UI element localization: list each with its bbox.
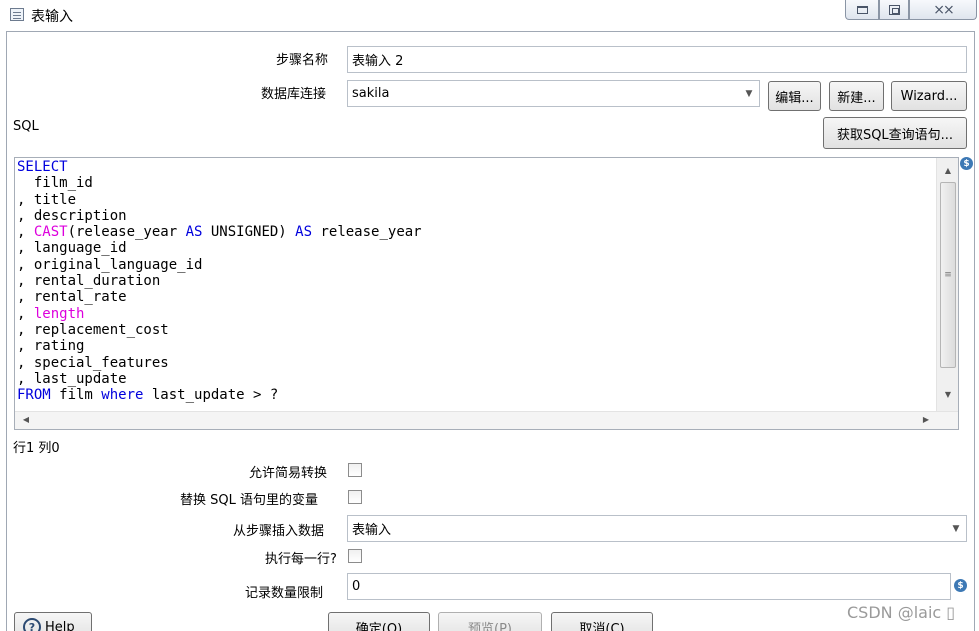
sql-line: , last_update <box>17 370 127 387</box>
scroll-down-icon[interactable]: ▼ <box>937 390 958 399</box>
sql-line: , original_language_id <box>17 256 203 273</box>
vertical-scrollbar[interactable]: ▲ ≡ ▼ <box>936 158 958 413</box>
sql-line: SELECT <box>17 159 68 175</box>
sql-line: , rental_rate <box>17 289 127 306</box>
sql-line: , language_id <box>17 240 127 257</box>
help-icon: ? <box>23 618 41 631</box>
lazy-conversion-checkbox[interactable] <box>348 463 362 477</box>
sql-line: , CAST(release_year AS UNSIGNED) AS rele… <box>17 224 422 241</box>
replace-vars-label: 替换 SQL 语句里的变量 <box>180 493 318 508</box>
connection-value: sakila <box>352 86 390 101</box>
horizontal-scrollbar[interactable]: ◀ ▶ <box>15 411 958 429</box>
variable-icon: $ <box>954 579 967 592</box>
help-button-label: Help <box>45 619 75 631</box>
scroll-right-icon[interactable]: ▶ <box>915 415 937 424</box>
execute-each-row-checkbox[interactable] <box>348 549 362 563</box>
step-name-label: 步骤名称 <box>276 53 329 68</box>
close-button[interactable]: ⨯⨯ <box>909 0 977 20</box>
sql-line: , length <box>17 305 85 322</box>
step-name-input[interactable]: 表输入 2 <box>347 46 967 73</box>
cursor-position: 行1 列0 <box>13 441 60 456</box>
insert-from-step-value: 表输入 <box>352 523 392 538</box>
sql-line: , description <box>17 207 127 224</box>
sql-code[interactable]: SELECT film_id, title, description, CAST… <box>17 159 422 403</box>
cancel-button[interactable]: 取消(C) <box>551 612 653 631</box>
sql-editor[interactable]: SELECT film_id, title, description, CAST… <box>14 157 959 430</box>
sql-line: FROM film where last_update > ? <box>17 387 279 404</box>
preview-button[interactable]: 预览(P) <box>438 612 542 631</box>
minimize-button[interactable] <box>845 0 879 20</box>
title-bar: 表输入 ⨯⨯ <box>0 0 979 30</box>
replace-vars-checkbox[interactable] <box>348 490 362 504</box>
table-input-icon <box>10 8 24 21</box>
insert-from-step-label: 从步骤插入数据 <box>233 524 325 539</box>
sql-line: , title <box>17 191 77 208</box>
new-connection-button[interactable]: 新建... <box>829 81 884 111</box>
get-sql-button[interactable]: 获取SQL查询语句... <box>823 117 967 149</box>
sql-label: SQL <box>13 119 39 134</box>
sql-line: , rental_duration <box>17 273 161 290</box>
limit-label: 记录数量限制 <box>245 586 324 601</box>
lazy-conversion-label: 允许简易转换 <box>249 466 328 481</box>
chevron-down-icon: ▼ <box>952 523 960 534</box>
sql-line: , special_features <box>17 354 169 371</box>
minimize-icon <box>856 5 868 14</box>
connection-select[interactable]: sakila ▼ <box>347 80 760 107</box>
limit-input[interactable]: 0 <box>347 573 951 600</box>
watermark: CSDN @laic ▯ <box>847 603 956 622</box>
variable-icon: $ <box>960 157 973 170</box>
chevron-down-icon: ▼ <box>745 88 753 99</box>
ok-button[interactable]: 确定(O) <box>328 612 430 631</box>
wizard-button[interactable]: Wizard... <box>891 81 967 111</box>
scroll-up-icon[interactable]: ▲ <box>937 166 958 175</box>
scroll-left-icon[interactable]: ◀ <box>15 415 37 424</box>
sql-line: , replacement_cost <box>17 321 169 338</box>
help-button[interactable]: ? Help <box>14 612 92 631</box>
grip-icon: ≡ <box>944 270 952 280</box>
execute-each-row-label: 执行每一行? <box>265 552 337 567</box>
scroll-thumb[interactable]: ≡ <box>940 182 956 368</box>
connection-label: 数据库连接 <box>261 87 327 102</box>
window-title: 表输入 <box>31 9 73 25</box>
maximize-button[interactable] <box>879 0 909 20</box>
sql-line: , rating <box>17 338 85 355</box>
close-icon: ⨯⨯ <box>933 1 955 18</box>
edit-connection-button[interactable]: 编辑... <box>768 81 821 111</box>
insert-from-step-select[interactable]: 表输入 ▼ <box>347 515 967 542</box>
sql-line: film_id <box>17 175 93 192</box>
window-controls: ⨯⨯ <box>845 0 977 20</box>
maximize-icon <box>888 4 900 15</box>
